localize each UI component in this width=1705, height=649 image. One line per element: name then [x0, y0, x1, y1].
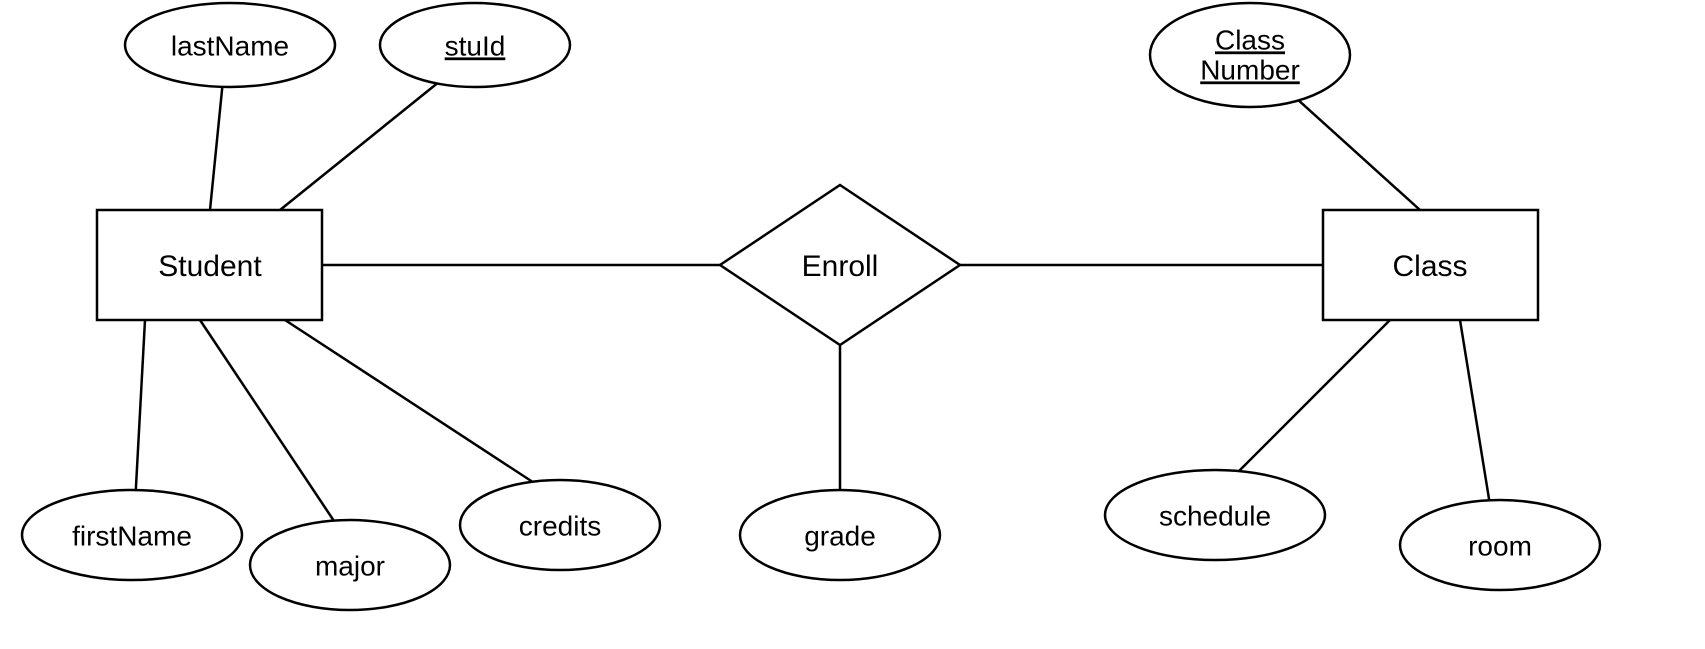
edge-student-firstname: [135, 320, 145, 505]
edge-student-major: [200, 320, 340, 530]
attr-credits-label: credits: [519, 510, 601, 541]
entity-class-label: Class: [1392, 250, 1467, 283]
attr-major-label: major: [315, 550, 385, 581]
attr-classnumber-label1: Class: [1215, 24, 1285, 55]
attr-stuid-label: stuId: [445, 30, 506, 61]
attr-lastname-label: lastName: [171, 30, 289, 61]
edge-student-credits: [285, 320, 545, 490]
attr-room-label: room: [1468, 530, 1532, 561]
edge-student-stuid: [280, 65, 460, 210]
attr-firstname-label: firstName: [72, 520, 192, 551]
attr-classnumber-label2: Number: [1200, 54, 1300, 85]
er-diagram: Student Class Enroll lastName stuId firs…: [0, 0, 1705, 649]
entity-student-label: Student: [158, 250, 262, 283]
relationship-enroll-label: Enroll: [802, 250, 879, 283]
edge-class-room: [1460, 320, 1490, 505]
edge-class-schedule: [1225, 320, 1390, 485]
attr-grade-label: grade: [804, 520, 876, 551]
attr-schedule-label: schedule: [1159, 500, 1271, 531]
